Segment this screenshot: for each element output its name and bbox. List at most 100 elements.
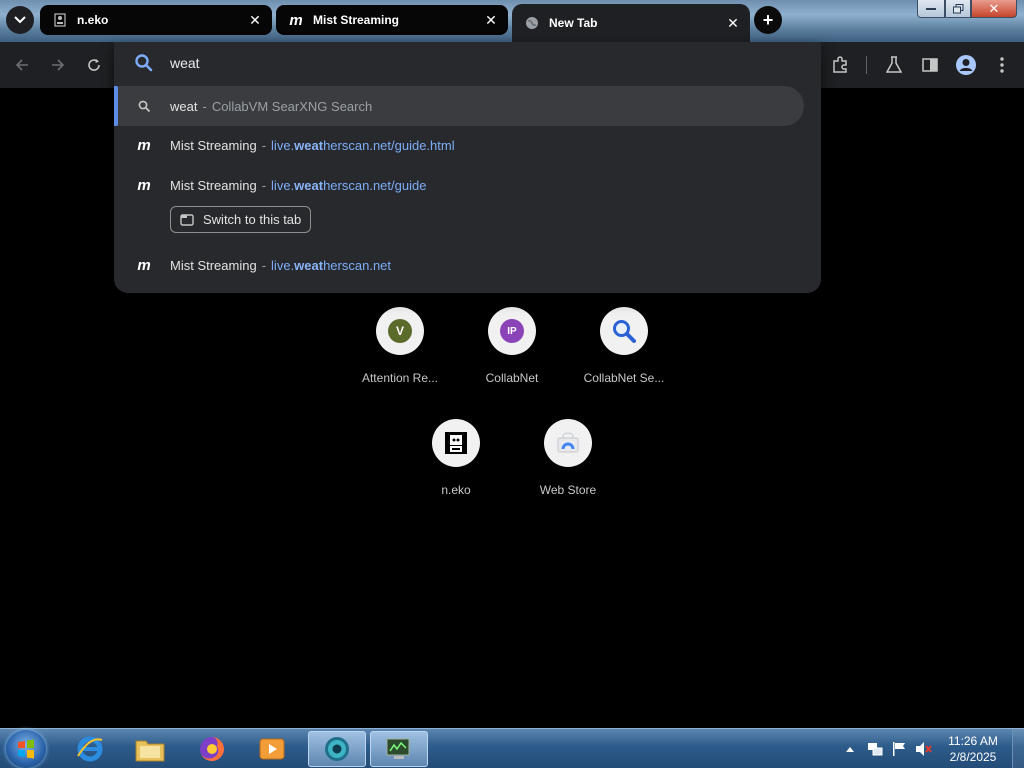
suggestion-url: live.weatherscan.net/guide.html bbox=[271, 137, 455, 153]
suggestion-separator: - bbox=[261, 137, 267, 153]
mist-favicon-icon: m bbox=[137, 176, 151, 194]
suggestion-separator: - bbox=[261, 177, 267, 193]
back-arrow-icon bbox=[15, 59, 28, 71]
suggestion-url: live.weatherscan.net bbox=[271, 257, 392, 273]
windows-logo-icon bbox=[18, 739, 34, 759]
menu-button[interactable] bbox=[989, 52, 1015, 78]
forward-button[interactable] bbox=[45, 52, 71, 78]
globe-favicon-icon bbox=[524, 15, 540, 31]
taskbar-firefox[interactable] bbox=[184, 731, 240, 767]
network-icon bbox=[868, 743, 883, 756]
tab-close-icon[interactable]: ✕ bbox=[724, 14, 742, 32]
omnibox-dropdown: weat weat - CollabVM SearXNG Search m Mi… bbox=[114, 42, 821, 293]
flag-icon bbox=[893, 742, 905, 756]
tray-action-center[interactable] bbox=[888, 729, 910, 768]
suggestion-separator: - bbox=[261, 257, 267, 273]
taskbar-network-app[interactable] bbox=[370, 731, 428, 767]
back-button[interactable] bbox=[9, 52, 35, 78]
tab-label: New Tab bbox=[549, 16, 598, 30]
suggestion-search[interactable]: weat - CollabVM SearXNG Search bbox=[114, 86, 804, 126]
tab-label: Mist Streaming bbox=[313, 13, 400, 27]
reload-button[interactable] bbox=[81, 52, 107, 78]
monitor-icon bbox=[386, 738, 410, 759]
side-panel-icon bbox=[922, 58, 938, 72]
tab-strip: n.eko ✕ m Mist Streaming ✕ New Tab ✕ + ✕ bbox=[0, 0, 1024, 42]
webstore-icon bbox=[557, 432, 579, 453]
tray-overflow-button[interactable] bbox=[843, 729, 857, 768]
new-tab-button[interactable]: + bbox=[754, 6, 782, 34]
search-icon bbox=[613, 320, 636, 343]
shortcut-icon: V bbox=[376, 307, 424, 355]
shortcut-collabnet-search[interactable]: CollabNet Se... bbox=[569, 307, 679, 385]
mist-favicon-icon: m bbox=[137, 136, 151, 154]
mist-favicon-icon: m bbox=[137, 256, 151, 274]
mist-favicon-icon: m bbox=[289, 11, 303, 29]
shortcut-label: CollabNet bbox=[485, 371, 539, 385]
tab-new-tab[interactable]: New Tab ✕ bbox=[512, 4, 750, 42]
tab-close-icon[interactable]: ✕ bbox=[246, 11, 264, 29]
shortcut-attention[interactable]: V Attention Re... bbox=[345, 307, 455, 385]
tab-neko[interactable]: n.eko ✕ bbox=[40, 5, 272, 35]
window-close-button[interactable]: ✕ bbox=[971, 0, 1017, 18]
media-player-icon bbox=[259, 738, 285, 760]
suggestion-detail: CollabVM SearXNG Search bbox=[211, 98, 373, 114]
minimize-icon bbox=[926, 7, 936, 10]
tray-volume[interactable] bbox=[912, 729, 936, 768]
tab-mist-streaming[interactable]: m Mist Streaming ✕ bbox=[276, 5, 508, 35]
reload-icon bbox=[88, 59, 100, 71]
tab-search-button[interactable] bbox=[6, 6, 34, 34]
system-clock[interactable]: 11:26 AM 2/8/2025 bbox=[940, 733, 1006, 765]
volume-muted-icon bbox=[916, 742, 932, 756]
shortcut-label: CollabNet Se... bbox=[583, 371, 665, 385]
shortcut-label: n.eko bbox=[441, 483, 471, 497]
switch-to-tab-button[interactable]: Switch to this tab bbox=[170, 206, 312, 233]
start-button[interactable] bbox=[6, 730, 46, 768]
labs-button[interactable] bbox=[881, 52, 907, 78]
shortcut-icon bbox=[544, 419, 592, 467]
minimize-button[interactable] bbox=[917, 0, 945, 18]
chevron-up-icon bbox=[846, 747, 854, 752]
toolbar-divider bbox=[866, 56, 867, 74]
suggestion-history[interactable]: m Mist Streaming - live.weatherscan.net bbox=[114, 245, 391, 285]
side-panel-button[interactable] bbox=[917, 52, 943, 78]
suggestion-title: Mist Streaming bbox=[170, 137, 257, 153]
neko-favicon-icon bbox=[52, 12, 68, 28]
letter-v-icon: V bbox=[388, 319, 412, 343]
suggestion-title: Mist Streaming bbox=[170, 257, 257, 273]
switch-to-tab-label: Switch to this tab bbox=[203, 212, 302, 227]
shortcut-neko[interactable]: n.eko bbox=[401, 419, 511, 497]
shortcut-label: Web Store bbox=[539, 483, 597, 497]
shortcut-web-store[interactable]: Web Store bbox=[513, 419, 623, 497]
show-desktop-button[interactable] bbox=[1012, 729, 1024, 768]
avatar-icon bbox=[956, 55, 976, 75]
taskbar-internet-explorer[interactable] bbox=[62, 731, 118, 767]
shortcut-icon: IP bbox=[488, 307, 536, 355]
search-icon bbox=[136, 98, 152, 114]
shortcut-icon bbox=[600, 307, 648, 355]
taskbar-chromium[interactable] bbox=[308, 731, 366, 767]
firefox-icon bbox=[200, 737, 224, 761]
tray-network[interactable] bbox=[864, 729, 886, 768]
restore-button[interactable] bbox=[945, 0, 971, 18]
shortcut-collabnet[interactable]: IP CollabNet bbox=[457, 307, 567, 385]
puzzle-icon bbox=[833, 56, 847, 73]
suggestion-title: weat bbox=[170, 98, 198, 114]
restore-icon bbox=[952, 3, 963, 13]
address-input-text[interactable]: weat bbox=[170, 55, 200, 71]
tab-close-icon[interactable]: ✕ bbox=[482, 11, 500, 29]
search-icon bbox=[135, 54, 153, 72]
forward-arrow-icon bbox=[52, 59, 65, 71]
suggestion-open-tab[interactable]: m Mist Streaming - live.weatherscan.net/… bbox=[114, 165, 426, 205]
extensions-button[interactable] bbox=[827, 52, 853, 78]
profile-button[interactable] bbox=[953, 52, 979, 78]
suggestion-separator: - bbox=[202, 98, 207, 114]
taskbar-file-explorer[interactable] bbox=[122, 731, 178, 767]
neko-icon bbox=[445, 432, 467, 454]
shortcut-icon bbox=[432, 419, 480, 467]
chromium-icon bbox=[325, 737, 349, 761]
taskbar-media-player[interactable] bbox=[244, 731, 300, 767]
suggestion-history[interactable]: m Mist Streaming - live.weatherscan.net/… bbox=[114, 125, 455, 165]
address-bar[interactable]: weat bbox=[114, 42, 821, 84]
flask-icon bbox=[886, 56, 902, 73]
internet-explorer-icon bbox=[77, 736, 103, 762]
